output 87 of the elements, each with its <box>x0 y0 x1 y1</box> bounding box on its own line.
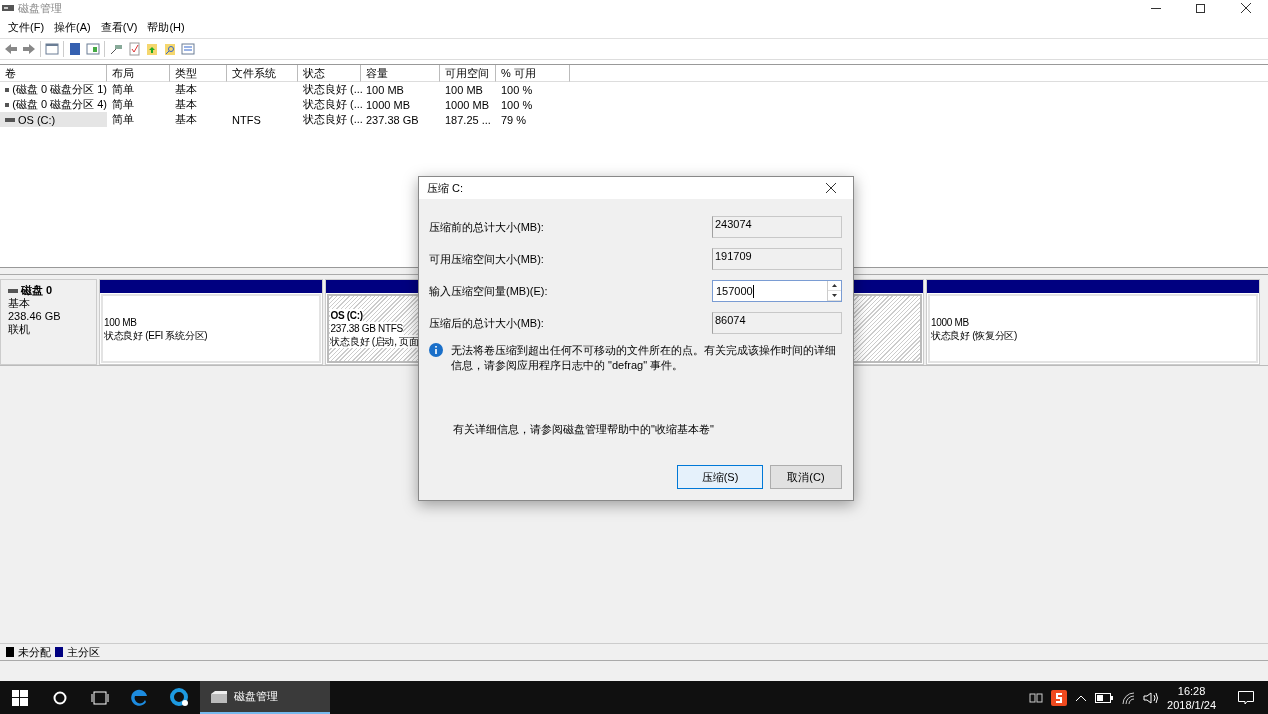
table-cell: 简单 <box>112 97 134 112</box>
table-cell: 79 % <box>501 113 527 126</box>
table-cell: 100 % <box>501 83 533 96</box>
disk-type: 基本 <box>8 297 31 310</box>
table-cell: 1000 MB <box>366 98 411 111</box>
taskbar-app[interactable]: 磁盘管理 <box>200 681 330 714</box>
partition-status: 状态良好 (EFI 系统分区) <box>104 328 208 342</box>
volume-name: OS (C:) <box>18 113 56 126</box>
panel-icon[interactable] <box>86 42 100 56</box>
help-text: 有关详细信息，请参阅磁盘管理帮助中的"收缩基本卷" <box>453 422 715 437</box>
folder-search-icon[interactable] <box>163 42 177 56</box>
clock-time: 16:28 <box>1177 683 1206 698</box>
field-label: 压缩前的总计大小(MB): <box>429 219 544 235</box>
menu-item[interactable]: 文件(F) <box>3 19 50 35</box>
folder-up-icon[interactable] <box>145 42 159 56</box>
table-cell: 基本 <box>175 112 197 127</box>
table-cell: 状态良好 (... <box>303 82 363 97</box>
partition-status: 状态良好 (恢复分区) <box>930 328 1017 342</box>
drive-icon <box>8 289 18 294</box>
field-label: 输入压缩空间量(MB)(E): <box>429 283 548 299</box>
table-cell: 1000 MB <box>445 98 490 111</box>
clock-date: 2018/1/24 <box>1167 697 1216 712</box>
partition-size: 237.38 GB NTFS <box>330 322 403 335</box>
battery-icon[interactable] <box>1095 692 1114 703</box>
dialog-button[interactable]: 取消(C) <box>770 465 842 489</box>
disk-size: 238.46 GB <box>8 310 62 323</box>
readonly-field: 191709 <box>712 248 842 270</box>
dialog-title: 压缩 C: <box>427 180 465 196</box>
readonly-field: 86074 <box>712 312 842 334</box>
field-label: 可用压缩空间大小(MB): <box>429 251 544 267</box>
info-icon <box>429 343 443 357</box>
disk-drive-icon <box>210 689 228 704</box>
info-message: 无法将卷压缩到超出任何不可移动的文件所在的点。有关完成该操作时间的详细信息，请参阅应用程序日志中的 "defrag" 事件。 <box>451 343 837 373</box>
partition-block[interactable]: 100 MB 状态良好 (EFI 系统分区) <box>99 279 324 365</box>
table-cell: 状态良好 (... <box>303 112 363 127</box>
disk-drive-icon <box>2 3 14 13</box>
panel-icon[interactable] <box>45 42 59 56</box>
s-logo-icon[interactable] <box>1051 689 1068 706</box>
checklist-icon[interactable] <box>127 42 141 56</box>
column-header[interactable]: 状态 <box>298 65 361 82</box>
table-cell: 187.25 ... <box>445 113 491 126</box>
wifi-icon[interactable] <box>1121 690 1136 705</box>
table-cell: 237.38 GB <box>366 113 419 126</box>
table-cell: 基本 <box>175 97 197 112</box>
column-header[interactable]: 文件系统 <box>227 65 298 82</box>
column-header[interactable]: 卷 <box>0 65 107 82</box>
disk-name: 磁盘 0 <box>8 284 96 297</box>
readonly-field: 243074 <box>712 216 842 238</box>
drive-icon <box>5 87 10 92</box>
partition-size: 100 MB <box>104 315 137 329</box>
amount-spin-field[interactable]: 157000 <box>712 280 842 302</box>
column-header[interactable]: % 可用 <box>496 65 570 82</box>
volume-cell[interactable]: OS (C:) <box>0 112 107 127</box>
table-cell: 100 % <box>501 98 533 111</box>
disk-status: 联机 <box>8 323 31 336</box>
window-title: 磁盘管理 <box>18 0 63 16</box>
back-arrow-icon[interactable] <box>4 42 18 56</box>
menu-item[interactable]: 操作(A) <box>49 19 96 35</box>
connect-icon[interactable] <box>109 42 123 56</box>
legend-label: 主分区 <box>67 644 100 660</box>
partition-status: 状态良好 (启动, 页面 <box>330 335 419 348</box>
table-cell: 100 MB <box>445 83 483 96</box>
dialog-button[interactable]: 压缩(S) <box>677 465 763 489</box>
table-cell: 100 MB <box>366 83 404 96</box>
clock[interactable]: 16:28 2018/1/24 <box>1167 683 1216 712</box>
field-label: 压缩后的总计大小(MB): <box>429 315 544 331</box>
menu-item[interactable]: 帮助(H) <box>142 19 190 35</box>
speaker-icon[interactable] <box>1143 690 1160 705</box>
legend-label: 未分配 <box>18 644 51 660</box>
column-header[interactable]: 容量 <box>361 65 440 82</box>
table-cell: 基本 <box>175 82 197 97</box>
partition-block[interactable]: 1000 MB 状态良好 (恢复分区) <box>925 279 1260 365</box>
column-header[interactable]: 类型 <box>170 65 227 82</box>
forward-arrow-icon[interactable] <box>22 42 36 56</box>
partition-size: 1000 MB <box>930 315 969 329</box>
menu-item[interactable]: 查看(V) <box>95 19 143 35</box>
notification-icon[interactable] <box>1238 690 1254 705</box>
drive-icon <box>5 102 10 107</box>
column-header[interactable]: 可用空间 <box>440 65 496 82</box>
table-cell: 简单 <box>112 82 134 97</box>
column-header[interactable]: 布局 <box>107 65 170 82</box>
table-cell: 简单 <box>112 112 134 127</box>
table-cell: 状态良好 (... <box>303 97 363 112</box>
partition-title: OS (C:) <box>330 309 363 322</box>
table-cell: NTFS <box>232 113 261 126</box>
chevron-up-icon[interactable] <box>1075 693 1088 702</box>
spin-up-icon[interactable] <box>832 284 837 287</box>
